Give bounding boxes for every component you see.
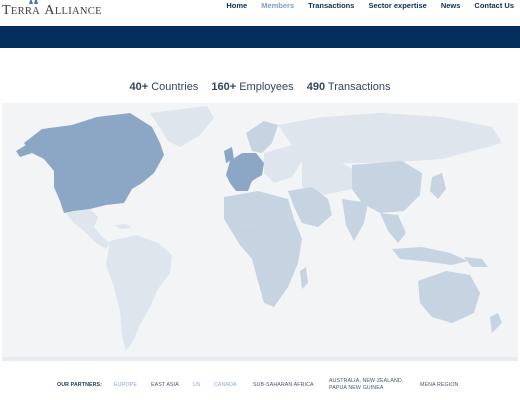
main-nav: Home Members Transactions Sector experti… bbox=[226, 0, 514, 12]
map-scandinavia[interactable] bbox=[246, 121, 278, 153]
map-caribbean[interactable] bbox=[114, 224, 132, 229]
map-greenland[interactable] bbox=[150, 106, 214, 147]
stats-row: 40+ Countries 160+ Employees 490 Transac… bbox=[0, 81, 520, 93]
map-north-america[interactable] bbox=[24, 113, 164, 213]
partner-australia-line1: AUSTRALIA, NEW ZEALAND, bbox=[329, 378, 404, 384]
nav-news[interactable]: News bbox=[441, 0, 461, 12]
map-mexico[interactable] bbox=[66, 209, 110, 249]
logo-text: TERRA ALLIANCE bbox=[2, 3, 102, 18]
map-japan[interactable] bbox=[430, 173, 446, 199]
page-banner bbox=[0, 26, 520, 48]
partner-australia-line2: PAPUA NEW GUINEA bbox=[329, 384, 384, 391]
partner-sub-saharan-africa[interactable]: SUB-SAHARAN AFRICA bbox=[253, 382, 314, 389]
partner-europe[interactable]: EUROPE bbox=[114, 382, 137, 389]
map-india[interactable] bbox=[342, 199, 368, 241]
nav-contact-us[interactable]: Contact Us bbox=[474, 0, 514, 12]
partner-us[interactable]: US bbox=[193, 382, 201, 389]
partner-east-asia[interactable]: EAST ASIA bbox=[151, 382, 179, 389]
map-south-america[interactable] bbox=[106, 235, 172, 351]
map-north-africa[interactable] bbox=[224, 191, 294, 227]
map-new-zealand[interactable] bbox=[490, 313, 502, 333]
map-australia[interactable] bbox=[418, 271, 480, 323]
nav-home[interactable]: Home bbox=[226, 0, 247, 12]
nav-sector-expertise[interactable]: Sector expertise bbox=[368, 0, 426, 12]
partners-bar: OUR PARTNERS: EUROPE EAST ASIA US CANADA… bbox=[0, 376, 520, 396]
partners-label: OUR PARTNERS: bbox=[57, 382, 103, 388]
world-map bbox=[2, 103, 518, 361]
map-russia[interactable] bbox=[278, 113, 502, 163]
map-southeast-asia[interactable] bbox=[380, 213, 406, 243]
map-papua-new-guinea[interactable] bbox=[464, 257, 488, 267]
nav-transactions[interactable]: Transactions bbox=[308, 0, 354, 12]
nav-members[interactable]: Members bbox=[261, 0, 294, 12]
partner-canada[interactable]: CANADA bbox=[214, 382, 237, 389]
map-madagascar[interactable] bbox=[300, 267, 308, 289]
map-antarctica[interactable] bbox=[2, 357, 518, 361]
partner-mena-region[interactable]: MENA REGION bbox=[420, 382, 458, 389]
world-map-svg bbox=[2, 106, 518, 361]
map-sub-saharan-africa[interactable] bbox=[224, 219, 302, 307]
stat-countries: 40+ Countries bbox=[129, 81, 199, 93]
partner-australia-nz-png[interactable]: AUSTRALIA, NEW ZEALAND, PAPUA NEW GUINEA bbox=[329, 378, 403, 391]
stat-transactions: 490 Transactions bbox=[306, 81, 391, 93]
stat-employees: 160+ Employees bbox=[211, 81, 294, 93]
map-indonesia[interactable] bbox=[392, 247, 468, 265]
header: TERRA ALLIANCE Home Members Transactions… bbox=[0, 0, 520, 26]
